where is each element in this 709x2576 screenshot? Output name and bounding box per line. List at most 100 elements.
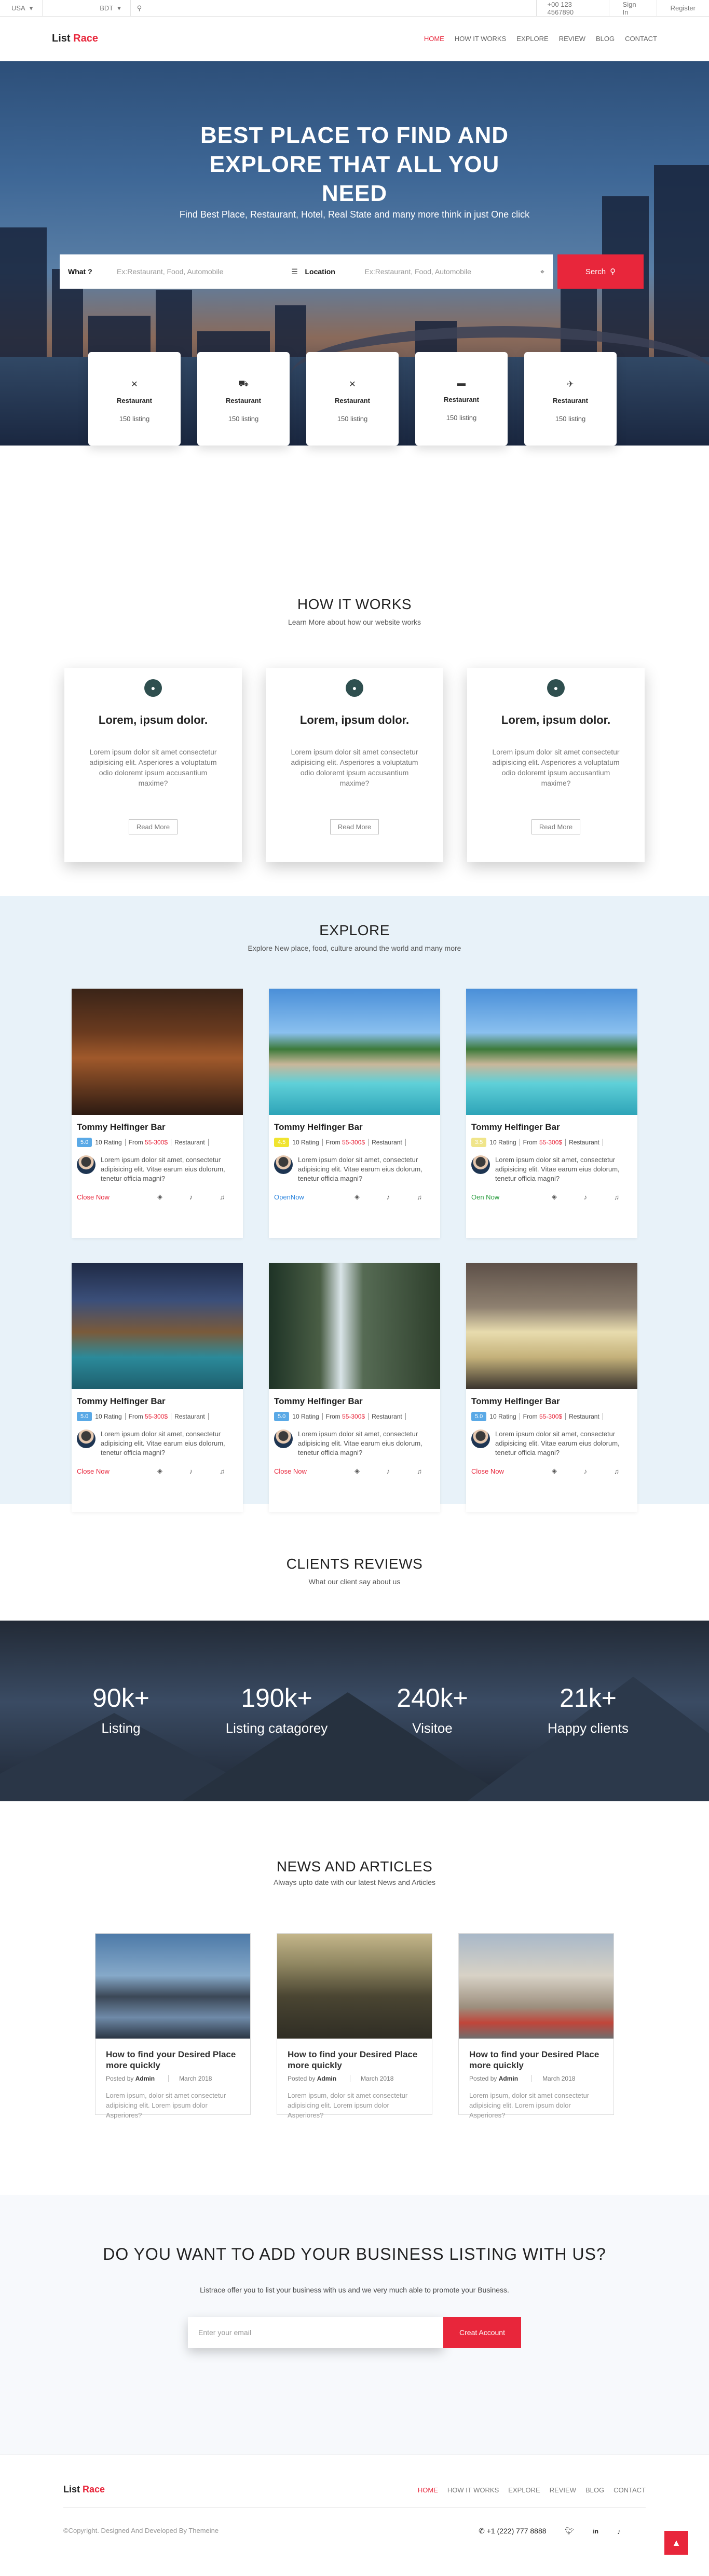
explore-card[interactable]: Tommy Helfinger Bar 3.5 10 Rating From 55-3… <box>466 989 637 1238</box>
eye-icon[interactable]: ◈ <box>144 1467 175 1475</box>
twitter-icon[interactable]: 🐦︎ <box>565 2527 575 2535</box>
news-card-title[interactable]: How to find your Desired Place more quic… <box>469 2049 603 2071</box>
read-more-button[interactable]: Read More <box>531 819 581 834</box>
footer-nav-blog[interactable]: BLOG <box>585 2486 604 2494</box>
listing-name[interactable]: Tommy Helfinger Bar <box>471 1396 632 1407</box>
rating-badge: 4.5 <box>274 1138 290 1147</box>
email-input[interactable]: Enter your email <box>188 2317 443 2348</box>
news-card[interactable]: How to find your Desired Place more quic… <box>458 1933 614 2119</box>
news-card-title[interactable]: How to find your Desired Place more quic… <box>106 2049 240 2071</box>
nav-how-it-works[interactable]: HOW IT WORKS <box>455 35 506 43</box>
author-name[interactable]: Admin <box>499 2075 518 2082</box>
footer-nav-how[interactable]: HOW IT WORKS <box>447 2486 499 2494</box>
footer-logo[interactable]: List Race <box>63 2484 105 2495</box>
pin-icon[interactable]: ♪ <box>373 1467 404 1475</box>
avatar[interactable] <box>471 1429 490 1448</box>
crosshair-icon[interactable]: ⌖ <box>532 267 553 276</box>
category-card[interactable]: ✕ Restaurant 150 listing <box>306 352 399 446</box>
what-input[interactable]: Ex:Restaurant, Food, Automobile <box>117 267 284 276</box>
linkedin-icon[interactable]: in <box>593 2528 598 2535</box>
explore-card[interactable]: Tommy Helfinger Bar 5.0 10 Rating From 55-3… <box>269 1263 440 1512</box>
pin-icon[interactable]: ♪ <box>373 1193 404 1201</box>
listing-image[interactable] <box>269 989 440 1115</box>
create-account-button[interactable]: Creat Account <box>443 2317 521 2348</box>
nav-review[interactable]: REVIEW <box>559 35 585 43</box>
avatar[interactable] <box>77 1429 96 1448</box>
explore-card[interactable]: Tommy Helfinger Bar 5.0 10 Rating From 55-3… <box>72 1263 243 1512</box>
listing-tag[interactable]: Restaurant <box>171 1139 209 1146</box>
nav-explore[interactable]: EXPLORE <box>516 35 548 43</box>
eye-icon[interactable]: ◈ <box>342 1467 373 1475</box>
tiktok-icon[interactable]: ♪ <box>617 2527 621 2535</box>
listing-image[interactable] <box>466 1263 637 1389</box>
pin-icon[interactable]: ♪ <box>570 1467 601 1475</box>
read-more-button[interactable]: Read More <box>330 819 379 834</box>
category-card[interactable]: ⛟ Restaurant 150 listing <box>197 352 290 446</box>
read-more-button[interactable]: Read More <box>128 819 178 834</box>
listing-name[interactable]: Tommy Helfinger Bar <box>274 1122 435 1132</box>
top-search-input[interactable]: ⚲ <box>131 0 537 17</box>
avatar[interactable] <box>471 1155 490 1174</box>
news-image[interactable] <box>277 1934 432 2039</box>
news-image[interactable] <box>459 1934 613 2039</box>
nav-contact[interactable]: CONTACT <box>625 35 657 43</box>
eye-icon[interactable]: ◈ <box>144 1193 175 1201</box>
search-button[interactable]: Serch ⚲ <box>557 254 644 289</box>
back-to-top-button[interactable]: ▲ <box>664 2531 688 2555</box>
listing-tag[interactable]: Restaurant <box>368 1413 406 1420</box>
nav-home[interactable]: Home <box>424 35 444 43</box>
avatar[interactable] <box>274 1155 293 1174</box>
listing-tag[interactable]: Restaurant <box>565 1139 603 1146</box>
share-icon[interactable]: ♫ <box>601 1467 632 1475</box>
author-name[interactable]: Admin <box>135 2075 155 2082</box>
explore-card[interactable]: Tommy Helfinger Bar 5.0 10 Rating From 55-3… <box>466 1263 637 1512</box>
footer-nav-explore[interactable]: EXPLORE <box>508 2486 540 2494</box>
nav-blog[interactable]: BLOG <box>596 35 615 43</box>
listing-name[interactable]: Tommy Helfinger Bar <box>274 1396 435 1407</box>
eye-icon[interactable]: ◈ <box>539 1193 570 1201</box>
listing-name[interactable]: Tommy Helfinger Bar <box>77 1396 238 1407</box>
news-card-title[interactable]: How to find your Desired Place more quic… <box>288 2049 421 2071</box>
stat-label: Visitoe <box>412 1720 453 1736</box>
pin-icon[interactable]: ♪ <box>175 1193 207 1201</box>
footer-nav-home[interactable]: Home <box>418 2486 438 2494</box>
news-image[interactable] <box>96 1934 250 2039</box>
listing-image[interactable] <box>466 989 637 1115</box>
avatar[interactable] <box>274 1429 293 1448</box>
listing-name[interactable]: Tommy Helfinger Bar <box>77 1122 238 1132</box>
listing-image[interactable] <box>72 989 243 1115</box>
currency-select[interactable]: BDT ▾ <box>43 0 131 17</box>
eye-icon[interactable]: ◈ <box>539 1467 570 1475</box>
register-link[interactable]: Register <box>656 0 709 17</box>
listing-tag[interactable]: Restaurant <box>368 1139 406 1146</box>
share-icon[interactable]: ♫ <box>207 1467 238 1475</box>
share-icon[interactable]: ♫ <box>207 1193 238 1201</box>
listing-footer: Close Now ◈ ♪ ♫ <box>77 1467 238 1475</box>
news-card[interactable]: How to find your Desired Place more quic… <box>277 1933 432 2119</box>
listing-image[interactable] <box>269 1263 440 1389</box>
signin-link[interactable]: Sign In <box>608 0 657 17</box>
site-logo[interactable]: List Race <box>52 33 98 45</box>
pin-icon[interactable]: ♪ <box>175 1467 207 1475</box>
news-card[interactable]: How to find your Desired Place more quic… <box>95 1933 251 2119</box>
footer-nav-review[interactable]: REVIEW <box>550 2486 576 2494</box>
author-name[interactable]: Admin <box>317 2075 336 2082</box>
category-card[interactable]: ✕ Restaurant 150 listing <box>88 352 181 446</box>
listing-tag[interactable]: Restaurant <box>171 1413 209 1420</box>
category-card[interactable]: ✈ Restaurant 150 listing <box>524 352 617 446</box>
category-card[interactable]: ▬ Restaurant 150 listing <box>415 352 508 446</box>
share-icon[interactable]: ♫ <box>404 1193 435 1201</box>
listing-image[interactable] <box>72 1263 243 1389</box>
pin-icon[interactable]: ♪ <box>570 1193 601 1201</box>
footer-nav-contact[interactable]: CONTACT <box>613 2486 646 2494</box>
explore-card[interactable]: Tommy Helfinger Bar 5.0 10 Rating From 55-3… <box>72 989 243 1238</box>
explore-card[interactable]: Tommy Helfinger Bar 4.5 10 Rating From 55-3… <box>269 989 440 1238</box>
country-select[interactable]: USA ▾ <box>0 0 43 17</box>
avatar[interactable] <box>77 1155 96 1174</box>
eye-icon[interactable]: ◈ <box>342 1193 373 1201</box>
share-icon[interactable]: ♫ <box>404 1467 435 1475</box>
share-icon[interactable]: ♫ <box>601 1193 632 1201</box>
listing-name[interactable]: Tommy Helfinger Bar <box>471 1122 632 1132</box>
location-input[interactable]: Ex:Restaurant, Food, Automobile <box>365 267 533 276</box>
listing-tag[interactable]: Restaurant <box>565 1413 603 1420</box>
